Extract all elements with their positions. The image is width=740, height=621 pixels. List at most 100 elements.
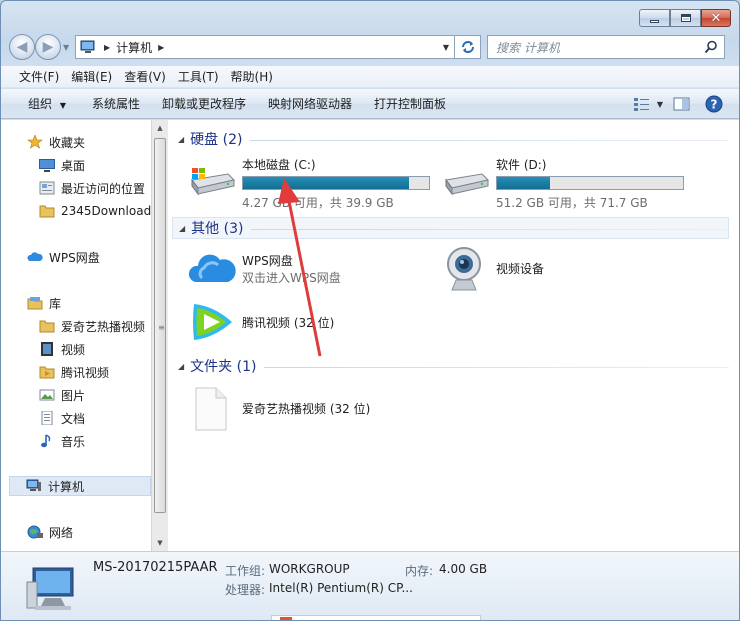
maximize-button[interactable] [670,9,701,27]
nav-favorites[interactable]: 收藏夹 [27,132,85,152]
preview-pane-icon [673,97,690,111]
recent-places-icon [39,181,55,195]
group-header-other[interactable]: ◢ 其他 (3) [172,217,729,239]
menu-edit[interactable]: 编辑(E) [65,68,118,85]
library-icon [27,296,43,310]
menu-file[interactable]: 文件(F) [13,68,65,85]
nav-tencent-video[interactable]: 腾讯视频 [39,362,109,382]
help-button[interactable]: ? [701,93,727,115]
hard-drive-windows-icon [188,166,236,198]
nav-desktop-label: 桌面 [61,158,86,173]
nav-wps-cloud-label: WPS网盘 [49,250,100,265]
command-bar: 组织 ▼ 系统属性 卸载或更改程序 映射网络驱动器 打开控制面板 ▼ ? [1,89,739,119]
nav-iqiyi-videos-label: 爱奇艺热播视频 [61,319,146,334]
menu-help[interactable]: 帮助(H) [225,68,279,85]
workgroup-label: 工作组: [225,564,266,578]
tencent-video-icon [188,300,236,344]
computer-icon [80,40,98,54]
collapse-arrow-icon[interactable]: ◢ [178,362,184,371]
nav-pictures[interactable]: 图片 [39,385,85,405]
cloud-icon [27,250,43,264]
group-divider-line [264,366,729,368]
nav-music-label: 音乐 [61,434,86,449]
address-dropdown[interactable]: ▼ [438,43,454,52]
grip-icon: ≡ [158,323,165,332]
explorer-window: ✕ ◀ ▶ ▼ ▶ 计算机 ▶ ▼ 搜索 计算机 文件(F) 编辑(E) 查看(… [0,0,740,621]
address-bar[interactable]: ▶ 计算机 ▶ ▼ [75,35,455,59]
iqiyi-folder-item[interactable]: 爱奇艺热播视频 (32 位) [192,386,370,432]
nav-computer-label: 计算机 [48,479,85,494]
drive-d-free-space: 51.2 GB 可用，共 71.7 GB [496,196,648,210]
search-icon[interactable] [704,40,718,54]
nav-documents-label: 文档 [61,411,86,426]
collapse-arrow-icon[interactable]: ◢ [179,224,185,233]
wps-cloud-icon [188,248,236,288]
drive-d-usage-bar [496,176,684,190]
scrollbar-thumb[interactable]: ≡ [154,138,166,513]
recent-pages-dropdown[interactable]: ▼ [63,43,73,52]
file-icon [192,386,230,432]
open-control-panel-button[interactable]: 打开控制面板 [367,95,453,112]
map-network-drive-button[interactable]: 映射网络驱动器 [261,95,359,112]
scroll-up-arrow-icon[interactable]: ▲ [152,120,168,136]
video-device-item[interactable]: 视频设备 [442,244,544,294]
collapse-arrow-icon[interactable]: ◢ [178,135,184,144]
forward-button[interactable]: ▶ [35,34,61,60]
folder-icon [39,319,55,333]
drive-d-usage-fill [497,177,551,189]
drive-c-usage-bar [242,176,430,190]
nav-documents[interactable]: 文档 [39,408,85,428]
back-button[interactable]: ◀ [9,34,35,60]
search-field[interactable]: 搜索 计算机 [487,35,725,59]
organize-button[interactable]: 组织 ▼ [21,95,73,112]
breadcrumb-computer[interactable]: 计算机 [116,39,152,56]
close-icon: ✕ [710,10,722,26]
drive-d[interactable]: 软件 (D:) 51.2 GB 可用，共 71.7 GB [442,156,684,211]
nav-libraries-label: 库 [49,296,62,311]
drive-d-name: 软件 (D:) [496,158,547,172]
nav-pictures-label: 图片 [61,388,86,403]
group-header-hard-disks[interactable]: ◢ 硬盘 (2) [172,128,729,150]
nav-recent-places[interactable]: 最近访问的位置 [39,178,145,198]
nav-2345downloads[interactable]: 2345Downloads [39,201,157,221]
system-properties-button[interactable]: 系统属性 [85,95,147,112]
nav-libraries[interactable]: 库 [27,293,61,313]
nav-network[interactable]: 网络 [27,522,73,542]
details-pane: MS-20170215PAAR 工作组: WORKGROUP 内存: 4.00 … [1,551,739,620]
hard-drive-icon [442,166,490,198]
app-icon [280,617,292,620]
refresh-icon [461,41,474,53]
navigation-scrollbar[interactable]: ▲ ≡ ▼ [151,120,168,551]
menu-view[interactable]: 查看(V) [118,68,172,85]
menu-tools[interactable]: 工具(T) [172,68,225,85]
close-button[interactable]: ✕ [701,9,731,27]
nav-music[interactable]: 音乐 [39,431,85,451]
nav-wps-cloud[interactable]: WPS网盘 [27,247,100,267]
caption-buttons: ✕ [639,9,731,27]
breadcrumb-separator-icon[interactable]: ▶ [158,43,164,52]
nav-computer[interactable]: 计算机 [9,476,151,496]
nav-recent-places-label: 最近访问的位置 [61,181,146,196]
scroll-down-arrow-icon[interactable]: ▼ [152,535,168,551]
breadcrumb-separator-icon[interactable]: ▶ [104,43,110,52]
items-view: ◢ 硬盘 (2) 本地磁盘 (C:) 4.27 GB 可用，共 39.9 GB [172,120,739,551]
nav-desktop[interactable]: 桌面 [39,155,85,175]
forward-arrow-icon: ▶ [42,39,54,55]
computer-large-icon [25,562,81,614]
uninstall-program-button[interactable]: 卸载或更改程序 [155,95,253,112]
annotation-arrow [278,178,322,357]
refresh-button[interactable] [455,35,481,59]
menu-bar: 文件(F) 编辑(E) 查看(V) 工具(T) 帮助(H) [1,66,739,88]
group-header-folders[interactable]: ◢ 文件夹 (1) [172,355,729,377]
minimize-button[interactable] [639,9,670,27]
nav-iqiyi-videos[interactable]: 爱奇艺热播视频 [39,316,145,336]
network-icon [27,525,43,539]
preview-pane-button[interactable] [669,93,695,115]
drive-c-free-space: 4.27 GB 可用，共 39.9 GB [242,196,394,210]
view-dropdown-icon[interactable]: ▼ [657,100,663,109]
nav-videos[interactable]: 视频 [39,339,85,359]
film-icon [39,342,55,356]
webcam-icon [442,244,488,294]
view-options-button[interactable] [629,93,655,115]
chevron-down-icon: ▼ [59,101,66,110]
